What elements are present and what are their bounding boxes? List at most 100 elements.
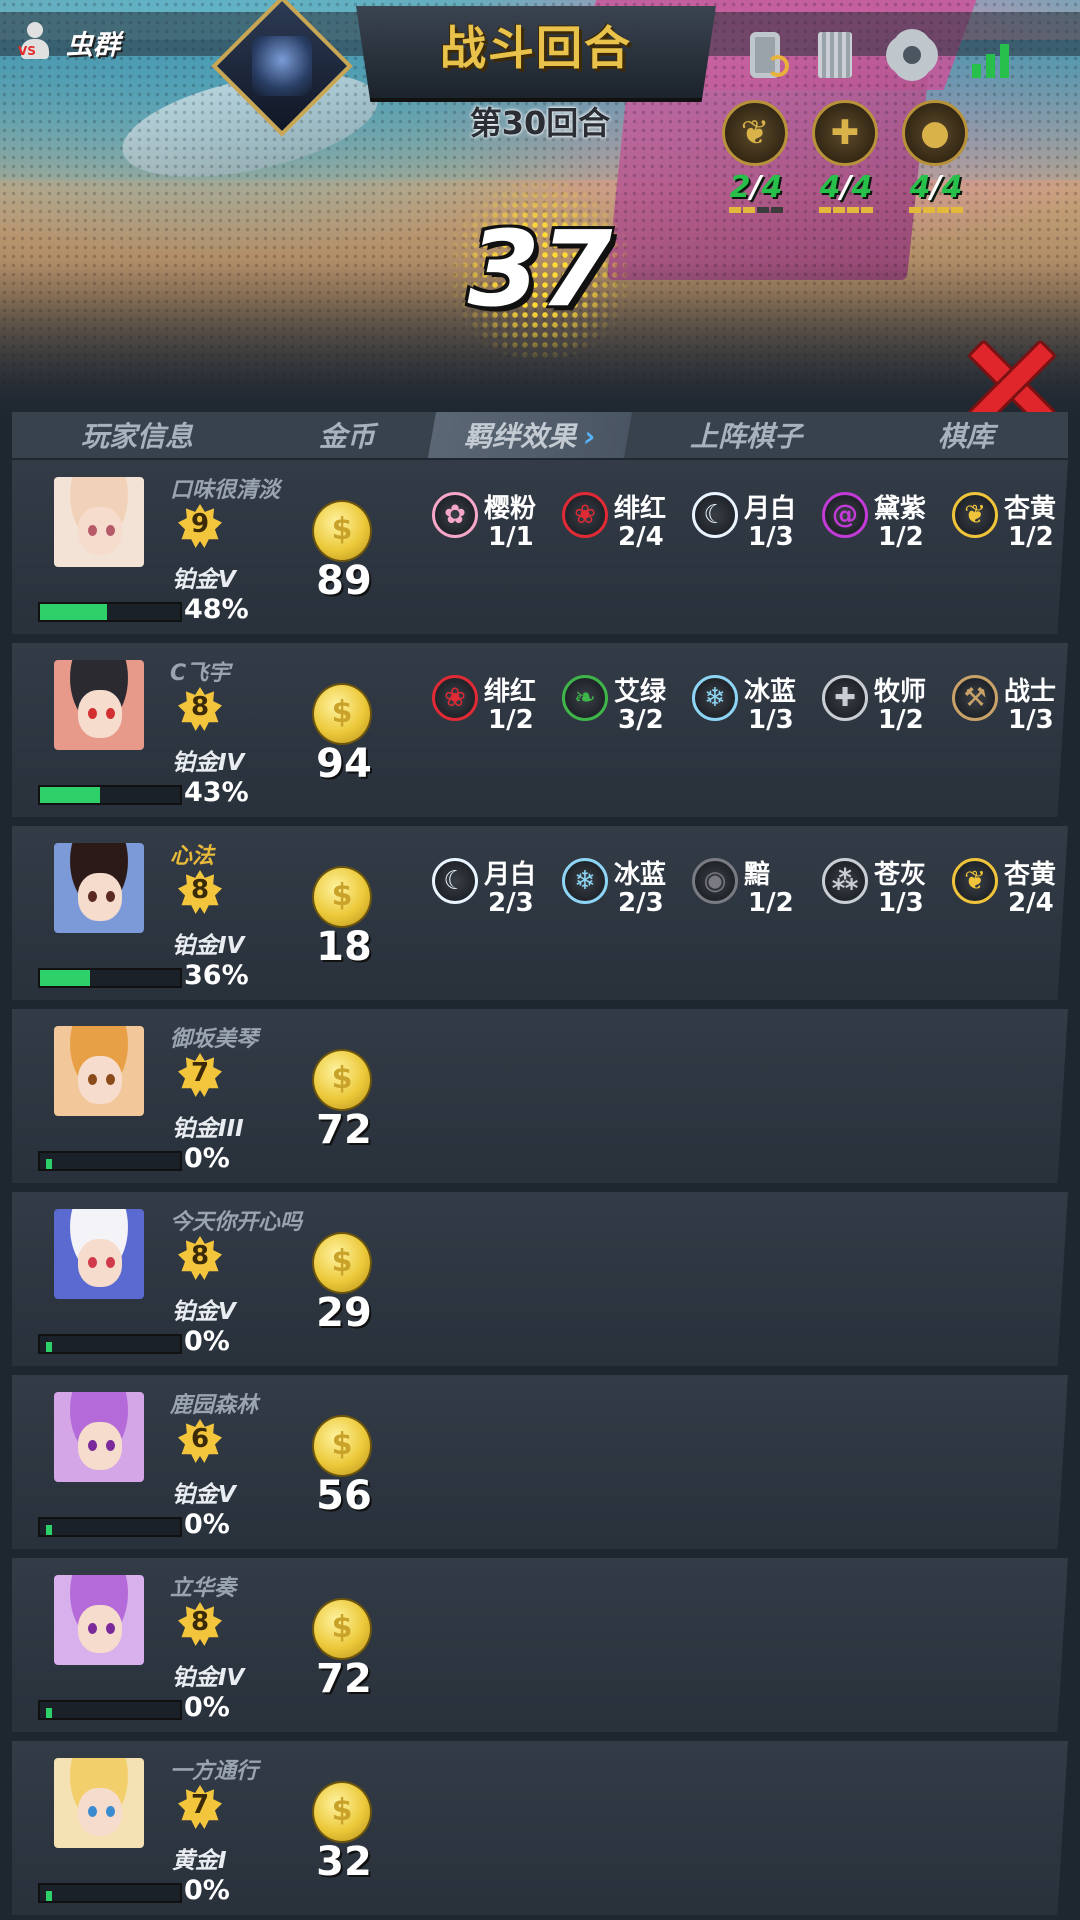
avatar[interactable] bbox=[54, 477, 144, 567]
bond-name: 绯红 bbox=[614, 494, 667, 524]
player-row[interactable]: 今天你开心吗 8 铂金V 0% $ 29 bbox=[12, 1192, 1068, 1366]
bond-name: 冰蓝 bbox=[614, 860, 667, 890]
cross-icon: ✚ bbox=[822, 675, 868, 721]
level-star-icon: 8 bbox=[178, 1602, 222, 1646]
active-bond-count: 4/4 bbox=[819, 170, 873, 205]
bond-item[interactable]: ❧ 艾绿 3/2 bbox=[550, 671, 680, 741]
active-bond-counter[interactable]: ● 4/4 bbox=[902, 100, 970, 213]
avatar[interactable] bbox=[54, 1758, 144, 1848]
active-bond-pips bbox=[812, 207, 880, 213]
device-sync-icon[interactable] bbox=[750, 32, 789, 78]
player-row[interactable]: 一方通行 7 黄金I 0% $ 32 bbox=[12, 1741, 1068, 1915]
bond-list: ❀ 绯红 1/2 ❧ 艾绿 3/2 ❄ 冰蓝 1/3 ✚ 牧师 1/2 ⚒ 战士… bbox=[420, 671, 1068, 741]
avatar[interactable] bbox=[54, 843, 144, 933]
lotus-icon: ❦ bbox=[722, 100, 788, 166]
tab-0[interactable]: 玩家信息 bbox=[12, 412, 262, 458]
bond-count: 1/3 bbox=[748, 705, 794, 735]
bond-item[interactable]: ❦ 杏黄 2/4 bbox=[940, 854, 1068, 924]
tab-2[interactable]: 羁绊效果 › bbox=[427, 412, 633, 458]
gear-icon[interactable] bbox=[890, 33, 934, 77]
bond-item[interactable]: ✚ 牧师 1/2 bbox=[810, 671, 940, 741]
bond-item[interactable]: ☾ 月白 1/3 bbox=[680, 488, 810, 558]
rose-icon: ❀ bbox=[562, 492, 608, 538]
tab-label: 金币 bbox=[318, 420, 375, 453]
avatar[interactable] bbox=[54, 660, 144, 750]
avatar[interactable] bbox=[54, 1026, 144, 1116]
active-bond-counter[interactable]: ❦ 2/4 bbox=[722, 100, 790, 213]
player-level: 6 bbox=[190, 1424, 210, 1454]
tab-3[interactable]: 上阵棋子 bbox=[628, 412, 864, 458]
xp-percent: 0% bbox=[184, 1143, 230, 1174]
battle-title: 战斗回合 bbox=[440, 21, 632, 75]
player-row[interactable]: 御坂美琴 7 铂金III 0% $ 72 bbox=[12, 1009, 1068, 1183]
active-bond-counter[interactable]: ✚ 4/4 bbox=[812, 100, 880, 213]
bond-name: 黯 bbox=[744, 860, 771, 890]
player-name: 今天你开心吗 bbox=[170, 1210, 303, 1235]
bond-count: 1/1 bbox=[488, 522, 534, 552]
leaf-icon: ❧ bbox=[562, 675, 608, 721]
level-star-icon: 8 bbox=[178, 687, 222, 731]
avatar[interactable] bbox=[54, 1575, 144, 1665]
player-rank: 黄金I bbox=[172, 1848, 227, 1874]
player-row[interactable]: 鹿园森林 6 铂金V 0% $ 56 bbox=[12, 1375, 1068, 1549]
gold-amount: 29 bbox=[316, 1290, 372, 1336]
eye-icon: ◉ bbox=[692, 858, 738, 904]
bond-count: 1/2 bbox=[878, 522, 924, 552]
bond-count: 1/3 bbox=[878, 888, 924, 918]
bond-item[interactable]: ❄ 冰蓝 1/3 bbox=[680, 671, 810, 741]
bond-item[interactable]: ◉ 黯 1/2 bbox=[680, 854, 810, 924]
xp-progress-bar bbox=[38, 1151, 182, 1171]
player-level: 8 bbox=[190, 1241, 210, 1271]
gold-amount: 94 bbox=[316, 741, 372, 787]
player-row[interactable]: C飞宇 8 铂金IV 43% $ 94 ❀ 绯红 1/2 ❧ 艾绿 3/2 ❄ … bbox=[12, 643, 1068, 817]
bond-count: 1/2 bbox=[1008, 522, 1054, 552]
bond-name: 冰蓝 bbox=[744, 677, 797, 707]
player-rank: 铂金III bbox=[172, 1116, 244, 1142]
player-rank: 铂金IV bbox=[172, 1665, 245, 1691]
bond-count: 1/2 bbox=[878, 705, 924, 735]
bond-name: 艾绿 bbox=[614, 677, 667, 707]
tab-4[interactable]: 棋库 bbox=[864, 412, 1068, 458]
xp-progress-bar bbox=[38, 1517, 182, 1537]
level-star-icon: 6 bbox=[178, 1419, 222, 1463]
bond-name: 绯红 bbox=[484, 677, 537, 707]
player-level: 9 bbox=[190, 509, 210, 539]
bond-item[interactable]: ☾ 月白 2/3 bbox=[420, 854, 550, 924]
player-row[interactable]: 口味很清淡 9 铂金V 48% $ 89 ✿ 樱粉 1/1 ❀ 绯红 2/4 ☾… bbox=[12, 460, 1068, 634]
signal-strength-icon bbox=[972, 32, 1018, 78]
bond-count: 1/3 bbox=[1008, 705, 1054, 735]
avatar[interactable] bbox=[54, 1392, 144, 1482]
handbook-icon[interactable] bbox=[818, 32, 852, 78]
hammer-icon: ⚒ bbox=[952, 675, 998, 721]
bond-name: 苍灰 bbox=[874, 860, 927, 890]
bond-name: 月白 bbox=[484, 860, 537, 890]
bond-name: 牧师 bbox=[874, 677, 927, 707]
bond-item[interactable]: ⁂ 苍灰 1/3 bbox=[810, 854, 940, 924]
tab-1[interactable]: 金币 bbox=[262, 412, 432, 458]
tab-label: 棋库 bbox=[937, 420, 994, 453]
player-row[interactable]: 心法 8 铂金IV 36% $ 18 ☾ 月白 2/3 ❄ 冰蓝 2/3 ◉ 黯… bbox=[12, 826, 1068, 1000]
xp-percent: 36% bbox=[184, 960, 249, 991]
bond-item[interactable]: ❦ 杏黄 1/2 bbox=[940, 488, 1068, 558]
bond-item[interactable]: ⚒ 战士 1/3 bbox=[940, 671, 1068, 741]
avatar[interactable] bbox=[54, 1209, 144, 1299]
active-bond-pips bbox=[902, 207, 970, 213]
player-vs-icon: VS bbox=[18, 22, 52, 62]
spiral-icon: @ bbox=[822, 492, 868, 538]
gold-coin-icon: $ bbox=[312, 1232, 372, 1294]
level-star-icon: 8 bbox=[178, 1236, 222, 1280]
bond-item[interactable]: @ 黛紫 1/2 bbox=[810, 488, 940, 558]
round-label: 第30回合 bbox=[469, 104, 611, 142]
bond-name: 樱粉 bbox=[484, 494, 537, 524]
bond-item[interactable]: ❀ 绯红 2/4 bbox=[550, 488, 680, 558]
tab-bar: 玩家信息 金币 羁绊效果 › 上阵棋子 棋库 bbox=[12, 412, 1068, 458]
bond-item[interactable]: ❄ 冰蓝 2/3 bbox=[550, 854, 680, 924]
player-level: 7 bbox=[190, 1790, 210, 1820]
bond-item[interactable]: ✿ 樱粉 1/1 bbox=[420, 488, 550, 558]
gold-amount: 89 bbox=[316, 558, 372, 604]
bond-item[interactable]: ❀ 绯红 1/2 bbox=[420, 671, 550, 741]
player-name: 御坂美琴 bbox=[170, 1027, 259, 1052]
player-identity[interactable]: VS 虫群 bbox=[18, 22, 120, 62]
player-row[interactable]: 立华奏 8 铂金IV 0% $ 72 bbox=[12, 1558, 1068, 1732]
moon-icon: ☾ bbox=[432, 858, 478, 904]
